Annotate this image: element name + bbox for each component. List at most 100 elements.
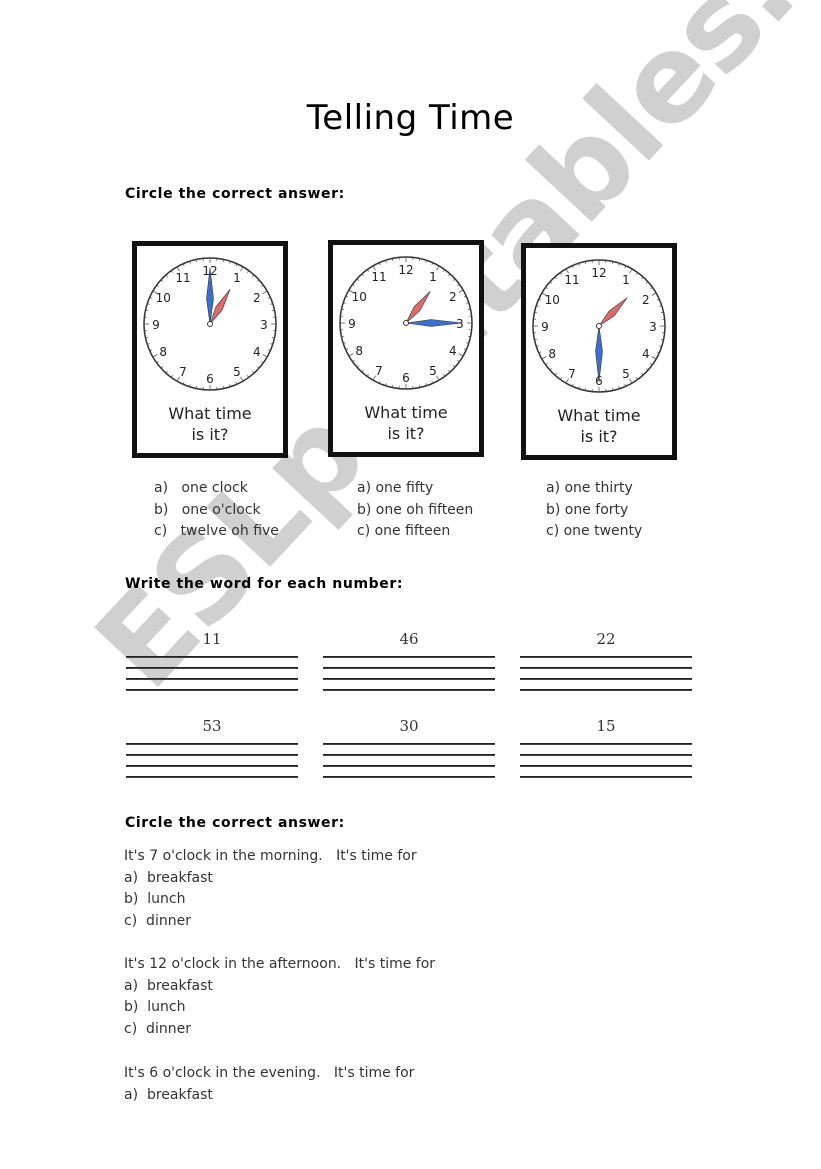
clock-number: 5 <box>622 367 630 381</box>
answer-option[interactable]: b) lunch <box>124 889 417 911</box>
clock-center <box>403 320 409 326</box>
number-block: 22 <box>520 630 692 700</box>
answer-option[interactable]: a) breakfast <box>124 868 417 890</box>
clock-number: 1 <box>233 271 241 285</box>
clock-number: 11 <box>564 273 579 287</box>
clock-3-options: a) one thirty b) one forty c) one twenty <box>546 478 642 543</box>
number-label: 11 <box>202 630 222 648</box>
clock-card-1: 121234567891011 What time is it? <box>132 241 288 458</box>
caption-line: is it? <box>191 425 229 444</box>
answer-option[interactable]: b) one oh fifteen <box>357 500 473 522</box>
answer-option[interactable]: c) twelve oh five <box>154 521 279 543</box>
caption-line: is it? <box>387 424 425 443</box>
clock-number: 10 <box>545 293 560 307</box>
clock-number: 4 <box>253 345 261 359</box>
clock-number: 12 <box>398 263 413 277</box>
tick-mark <box>222 259 225 262</box>
tick-mark <box>272 336 275 339</box>
number-block: 30 <box>323 717 495 787</box>
answer-option[interactable]: a) one thirty <box>546 478 642 500</box>
clock-caption: What time is it? <box>333 402 479 444</box>
clock-number: 12 <box>591 266 606 280</box>
tick-mark <box>195 259 198 262</box>
clock-number: 8 <box>159 345 167 359</box>
clock-center <box>596 323 602 329</box>
clock-card-3: 121234567891011 What time is it? <box>521 243 677 460</box>
clock-face: 121234567891011 <box>532 259 666 393</box>
number-block: 11 <box>126 630 298 700</box>
clock-number: 1 <box>622 273 630 287</box>
answer-option[interactable]: c) dinner <box>124 1019 435 1041</box>
tick-mark <box>661 338 664 341</box>
clock-number: 3 <box>649 320 657 334</box>
clock-number: 11 <box>175 271 190 285</box>
clock-number: 11 <box>371 270 386 284</box>
clock-number: 9 <box>152 318 160 332</box>
clock-number: 1 <box>429 270 437 284</box>
writing-lines[interactable] <box>520 743 692 778</box>
tick-mark <box>584 261 587 264</box>
tick-mark <box>391 385 394 388</box>
tick-mark <box>611 388 614 391</box>
clock-number: 5 <box>233 365 241 379</box>
clock-number: 3 <box>260 318 268 332</box>
clock-number: 6 <box>402 371 410 385</box>
answer-option[interactable]: a) breakfast <box>124 976 435 998</box>
answer-option[interactable]: a) one fifty <box>357 478 473 500</box>
clock-number: 7 <box>568 367 576 381</box>
number-label: 46 <box>399 630 419 648</box>
clock-number: 8 <box>355 344 363 358</box>
tick-mark <box>584 388 587 391</box>
number-label: 53 <box>202 717 222 735</box>
tick-mark <box>418 385 421 388</box>
tick-mark <box>272 309 275 312</box>
clock-face: 121234567891011 <box>143 257 277 391</box>
clock-number: 9 <box>541 320 549 334</box>
section-heading-numbers: Write the word for each number: <box>125 576 404 592</box>
clock-number: 4 <box>449 344 457 358</box>
clock-number: 2 <box>642 293 650 307</box>
clock-card-2: 12 1 2 3 4 5 6 7 8 9 10 11 What time is it? <box>328 240 484 457</box>
answer-option[interactable]: a) breakfast <box>124 1085 414 1107</box>
clock-face: 121234567891011 <box>339 256 473 390</box>
tick-mark <box>391 258 394 261</box>
clock-number: 6 <box>206 372 214 386</box>
tick-mark <box>195 386 198 389</box>
clock-number: 10 <box>352 290 367 304</box>
tick-mark <box>145 309 148 312</box>
tick-mark <box>468 308 471 311</box>
clock-number: 3 <box>456 317 464 331</box>
question-prompt: It's 12 o'clock in the afternoon. It's t… <box>124 956 436 972</box>
writing-lines[interactable] <box>323 656 495 691</box>
answer-option[interactable]: c) dinner <box>124 911 417 933</box>
writing-lines[interactable] <box>323 743 495 778</box>
writing-lines[interactable] <box>126 656 298 691</box>
answer-option[interactable]: b) one o'clock <box>154 500 279 522</box>
question-prompt: It's 6 o'clock in the evening. It's time… <box>124 1065 415 1081</box>
question-2: It's 12 o'clock in the afternoon. It's t… <box>124 954 435 1040</box>
tick-mark <box>341 308 344 311</box>
clock-caption: What time is it? <box>526 405 672 447</box>
tick-mark <box>145 336 148 339</box>
tick-mark <box>418 258 421 261</box>
number-block: 53 <box>126 717 298 787</box>
number-block: 46 <box>323 630 495 700</box>
clock-1-options: a) one clock b) one o'clock c) twelve oh… <box>154 478 279 543</box>
clock-number: 2 <box>449 290 457 304</box>
tick-mark <box>222 386 225 389</box>
clock-number: 4 <box>642 347 650 361</box>
answer-option[interactable]: b) one forty <box>546 500 642 522</box>
answer-option[interactable]: c) one fifteen <box>357 521 473 543</box>
writing-lines[interactable] <box>520 656 692 691</box>
caption-line: What time <box>364 403 448 422</box>
clock-number: 2 <box>253 291 261 305</box>
answer-option[interactable]: c) one twenty <box>546 521 642 543</box>
answer-option[interactable]: a) one clock <box>154 478 279 500</box>
number-label: 30 <box>399 717 419 735</box>
tick-mark <box>468 335 471 338</box>
number-label: 22 <box>596 630 616 648</box>
answer-option[interactable]: b) lunch <box>124 997 435 1019</box>
caption-line: What time <box>168 404 252 423</box>
clock-2-options: a) one fifty b) one oh fifteen c) one fi… <box>357 478 473 543</box>
writing-lines[interactable] <box>126 743 298 778</box>
